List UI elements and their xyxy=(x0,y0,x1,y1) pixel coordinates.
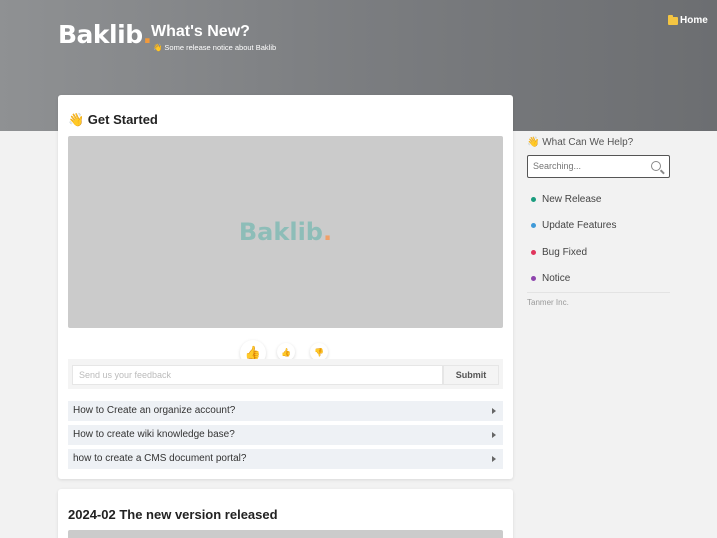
faq-label: How to Create an organize account? xyxy=(73,405,236,416)
bullet-icon xyxy=(531,223,536,228)
submit-button[interactable]: Submit xyxy=(443,365,499,385)
video-logo: Baklib. xyxy=(239,218,332,246)
caret-right-icon xyxy=(492,408,496,414)
page-subtitle: 👋 Some release notice about Baklib xyxy=(153,43,277,52)
faq-label: how to create a CMS document portal? xyxy=(73,453,247,464)
sidebar-item-new-release[interactable]: New Release xyxy=(531,194,601,205)
page-title: What's New? xyxy=(151,23,250,40)
bullet-icon xyxy=(531,250,536,255)
sidebar-item-update-features[interactable]: Update Features xyxy=(531,220,617,231)
caret-right-icon xyxy=(492,432,496,438)
feedback-form: Send us your feedback Submit xyxy=(68,359,503,389)
feedback-input[interactable]: Send us your feedback xyxy=(72,365,443,385)
video-logo-text: Baklib xyxy=(238,218,323,246)
search-icon[interactable] xyxy=(651,161,661,171)
sidebar-item-label: New Release xyxy=(542,194,602,205)
bullet-icon xyxy=(531,197,536,202)
sidebar-item-bug-fixed[interactable]: Bug Fixed xyxy=(531,247,587,258)
video-player[interactable]: Baklib. xyxy=(68,136,503,328)
folder-icon xyxy=(668,14,678,25)
faq-item[interactable]: How to Create an organize account? xyxy=(68,401,503,421)
thumbs-down-icon: 👎 xyxy=(314,347,324,357)
sidebar-item-label: Notice xyxy=(542,273,571,284)
get-started-title: 👋 Get Started xyxy=(68,112,158,127)
sidebar-divider xyxy=(527,292,670,293)
sidebar-title: 👋 What Can We Help? xyxy=(527,137,634,148)
company-name: Tanmer Inc. xyxy=(527,298,569,307)
release-card: 2024-02 The new version released xyxy=(58,489,513,538)
baklib-logo[interactable]: Baklib. xyxy=(58,20,152,49)
faq-label: How to create wiki knowledge base? xyxy=(73,429,235,440)
get-started-card: 👋 Get Started Baklib. 👍 👍 👎 Send us your… xyxy=(58,95,513,479)
home-label: Home xyxy=(680,15,708,26)
video-logo-dot: . xyxy=(322,218,333,246)
logo-text: Baklib xyxy=(58,20,143,49)
thumbs-up-small-icon: 👍 xyxy=(281,347,291,357)
sidebar-item-notice[interactable]: Notice xyxy=(531,273,570,284)
caret-right-icon xyxy=(492,456,496,462)
search-input[interactable] xyxy=(533,161,643,171)
faq-item[interactable]: how to create a CMS document portal? xyxy=(68,449,503,469)
faq-item[interactable]: How to create wiki knowledge base? xyxy=(68,425,503,445)
sidebar-item-label: Bug Fixed xyxy=(542,247,588,258)
search-box[interactable] xyxy=(527,155,670,178)
home-link[interactable]: Home xyxy=(668,14,708,26)
sidebar-item-label: Update Features xyxy=(542,220,617,231)
bullet-icon xyxy=(531,276,536,281)
release-media xyxy=(68,530,503,538)
release-title: 2024-02 The new version released xyxy=(68,507,278,522)
